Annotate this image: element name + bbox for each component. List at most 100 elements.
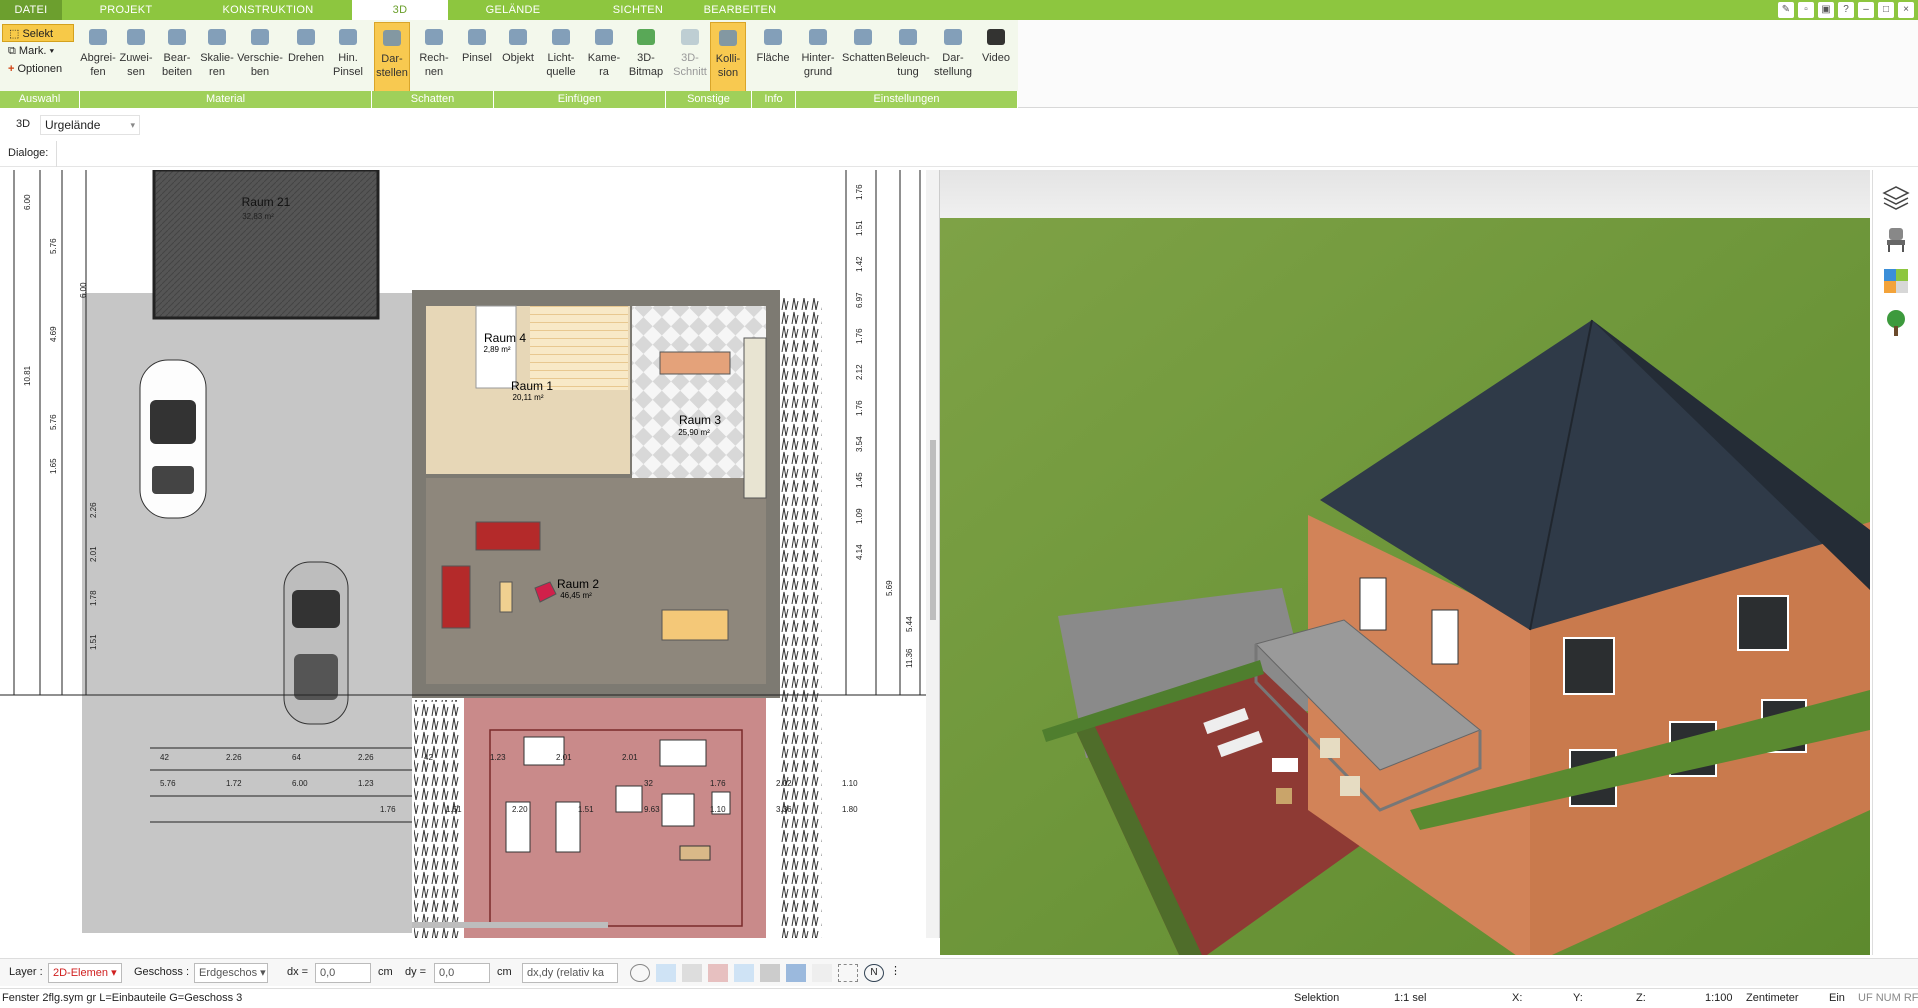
grid-ortho-icon[interactable] bbox=[760, 964, 780, 982]
ribbon-button-label: Dar- bbox=[942, 52, 964, 64]
ribbon-button-9[interactable]: Pinsel bbox=[458, 22, 496, 92]
ribbon-button-21[interactable]: Video bbox=[976, 22, 1016, 92]
ribbon-button-icon bbox=[548, 25, 574, 49]
dy-input[interactable]: 0,0 bbox=[434, 963, 490, 983]
dialoge-label: Dialoge: bbox=[8, 147, 49, 159]
dimension-label: 5.69 bbox=[885, 580, 894, 596]
ribbon-button-3[interactable]: Skalie-ren bbox=[199, 22, 235, 92]
ribbon-button-8[interactable]: Rech-nen bbox=[415, 22, 453, 92]
floor-plan-2d[interactable]: Raum 21 32,83 m² Raum 4 2,89 m² Raum 1 2… bbox=[0, 170, 940, 938]
screen-icon[interactable] bbox=[656, 964, 676, 982]
plane-icon[interactable] bbox=[786, 964, 806, 982]
chair-icon[interactable] bbox=[1881, 224, 1911, 254]
wall-icon[interactable] bbox=[812, 964, 832, 982]
relative-select[interactable]: dx,dy (relativ ka bbox=[522, 963, 618, 983]
ribbon-button-icon bbox=[379, 26, 405, 50]
tree-icon[interactable] bbox=[1881, 308, 1911, 338]
layer-select[interactable]: 2D-Elemen ▾ bbox=[48, 963, 122, 983]
ribbon-button-label2: quelle bbox=[546, 66, 576, 78]
layers-icon[interactable] bbox=[1881, 182, 1911, 212]
tab-3d[interactable]: 3D bbox=[352, 0, 448, 20]
dimension-label: 11.36 bbox=[905, 648, 914, 668]
floor-plan-canvas[interactable]: Raum 21 32,83 m² Raum 4 2,89 m² Raum 1 2… bbox=[0, 170, 940, 938]
dimension-label: 42 bbox=[160, 753, 169, 762]
svg-text:25,90 m²: 25,90 m² bbox=[678, 428, 710, 437]
ribbon-button-label: Drehen bbox=[287, 52, 325, 64]
terrain-select[interactable]: Urgelände ▾ bbox=[40, 115, 140, 135]
ribbon-button-2[interactable]: Bear-beiten bbox=[158, 22, 196, 92]
ribbon-button-label: Hin. bbox=[338, 52, 358, 64]
dimension-label: 6.00 bbox=[23, 194, 32, 210]
ribbon-button-20[interactable]: Dar-stellung bbox=[934, 22, 972, 92]
select-tool[interactable]: ⬚ Selekt bbox=[2, 24, 74, 42]
group-info: Info bbox=[752, 91, 796, 108]
ribbon-button-10[interactable]: Objekt bbox=[498, 22, 538, 92]
right-sidebar bbox=[1872, 170, 1918, 955]
ribbon-button-11[interactable]: Licht-quelle bbox=[540, 22, 582, 92]
restore-small-icon[interactable]: ▫ bbox=[1798, 2, 1814, 18]
tab-gelaende[interactable]: GELÄNDE bbox=[478, 0, 548, 20]
ribbon-button-13[interactable]: 3D- Bitmap bbox=[626, 22, 666, 92]
ribbon-button-label: Kame- bbox=[587, 52, 621, 64]
more-icon[interactable]: ⋮ bbox=[890, 964, 901, 982]
info-x: X: bbox=[1512, 992, 1523, 1004]
help-icon[interactable]: ? bbox=[1838, 2, 1854, 18]
ribbon-button-label: Beleuch- bbox=[886, 52, 930, 64]
dimension-label: 1.76 bbox=[710, 779, 726, 788]
options-label: Optionen bbox=[17, 63, 63, 75]
view-mode-label: 3D bbox=[16, 118, 31, 130]
dimension-label: 1.10 bbox=[710, 805, 726, 814]
ribbon-button-4[interactable]: Verschie-ben bbox=[237, 22, 283, 92]
ribbon-button-5[interactable]: Drehen bbox=[285, 22, 327, 92]
ribbon-button-icon bbox=[247, 25, 273, 49]
scene-3d-canvas[interactable] bbox=[940, 170, 1870, 955]
ribbon-button-16[interactable]: Fläche bbox=[754, 22, 792, 92]
ribbon-button-6[interactable]: Hin. Pinsel bbox=[328, 22, 368, 92]
geschoss-select[interactable]: Erdgeschos ▾ bbox=[194, 963, 268, 983]
dimension-label: 1.23 bbox=[490, 753, 506, 762]
window-controls: ✎ ▫ ▣ ? – □ × bbox=[1778, 2, 1914, 18]
close-icon[interactable]: × bbox=[1898, 2, 1914, 18]
layers-small-icon[interactable] bbox=[682, 964, 702, 982]
clock-icon[interactable] bbox=[630, 964, 650, 982]
ribbon-button-icon bbox=[715, 26, 741, 50]
mark-tool[interactable]: ⧉ Mark. ▾ bbox=[2, 42, 74, 60]
dimension-label: 2.26 bbox=[358, 753, 374, 762]
options-tool[interactable]: + Optionen bbox=[2, 60, 74, 78]
snap-icon[interactable] bbox=[734, 964, 754, 982]
dimension-label: 2.02 bbox=[776, 779, 792, 788]
ribbon-button-12[interactable]: Kame-ra bbox=[585, 22, 623, 92]
tab-projekt[interactable]: PROJEKT bbox=[96, 0, 156, 20]
pin-icon[interactable]: ✎ bbox=[1778, 2, 1794, 18]
dimension-label: 9.63 bbox=[644, 805, 660, 814]
layer-label: Layer : bbox=[9, 966, 43, 978]
tab-bearbeiten[interactable]: BEARBEITEN bbox=[700, 0, 780, 20]
grid-icon[interactable] bbox=[838, 964, 858, 982]
minimize-icon[interactable]: – bbox=[1858, 2, 1874, 18]
tab-datei[interactable]: DATEI bbox=[0, 0, 62, 20]
dimension-label: 1.10 bbox=[842, 779, 858, 788]
tab-sichten[interactable]: SICHTEN bbox=[606, 0, 670, 20]
ribbon-button-18[interactable]: Schatten bbox=[842, 22, 886, 92]
ribbon-button-14[interactable]: 3D- Schnitt bbox=[672, 22, 708, 92]
ribbon-button-0[interactable]: Abgrei-fen bbox=[80, 22, 116, 92]
maximize-icon[interactable]: □ bbox=[1878, 2, 1894, 18]
dimension-label: 4.69 bbox=[49, 326, 58, 342]
dimension-label: 32 bbox=[644, 779, 653, 788]
ribbon-button-label: Schatten bbox=[842, 52, 886, 64]
north-icon[interactable]: N bbox=[864, 964, 884, 982]
ribbon-button-7[interactable]: Dar-stellen bbox=[374, 22, 410, 92]
ribbon-button-17[interactable]: Hinter-grund bbox=[798, 22, 838, 92]
ribbon-button-19[interactable]: Beleuch-tung bbox=[886, 22, 930, 92]
view-3d[interactable] bbox=[940, 170, 1870, 955]
dimension-label: 1.23 bbox=[358, 779, 374, 788]
dimension-label: 4.14 bbox=[855, 544, 864, 560]
dx-input[interactable]: 0,0 bbox=[315, 963, 371, 983]
layout-icon[interactable]: ▣ bbox=[1818, 2, 1834, 18]
dimension-label: 5.76 bbox=[49, 238, 58, 254]
ribbon-button-15[interactable]: Kolli-sion bbox=[710, 22, 746, 92]
paint-icon[interactable] bbox=[708, 964, 728, 982]
ribbon-button-1[interactable]: Zuwei-sen bbox=[117, 22, 155, 92]
tab-konstruktion[interactable]: KONSTRUKTION bbox=[218, 0, 318, 20]
materials-icon[interactable] bbox=[1881, 266, 1911, 296]
